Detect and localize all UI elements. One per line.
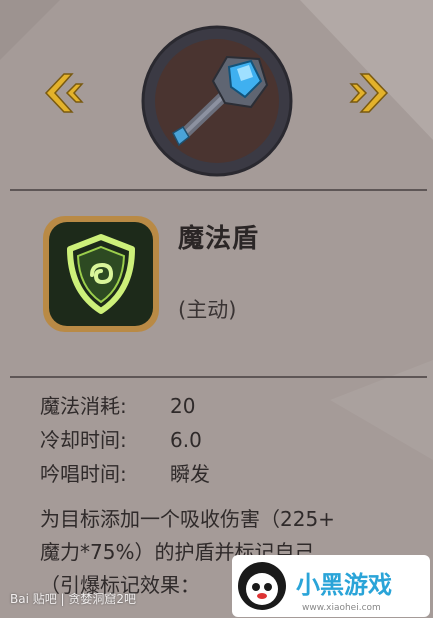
description-line: 为目标添加一个吸收伤害（225+ bbox=[40, 507, 335, 531]
prev-item-button[interactable] bbox=[42, 70, 88, 116]
stat-value: 6.0 bbox=[170, 428, 202, 452]
next-item-button[interactable] bbox=[345, 70, 391, 116]
skill-type: (主动) bbox=[178, 298, 237, 322]
crystal-mace-icon bbox=[141, 25, 293, 177]
shield-icon bbox=[43, 216, 159, 332]
chevron-right-icon bbox=[349, 73, 389, 113]
stat-row-mana-cost: 魔法消耗: 20 bbox=[40, 389, 210, 423]
top-divider bbox=[10, 189, 427, 191]
stat-label: 冷却时间: bbox=[40, 428, 127, 452]
stat-label: 吟唱时间: bbox=[40, 462, 127, 486]
middle-divider bbox=[10, 376, 427, 378]
stat-row-cooldown: 冷却时间: 6.0 bbox=[40, 423, 210, 457]
site-url-text: www.xiaohei.com bbox=[302, 603, 381, 613]
baidu-watermark: Bai 贴吧 | 贪婪洞窟2吧 bbox=[10, 592, 137, 606]
site-logo-text: 小黑游戏 bbox=[296, 571, 392, 599]
stat-label: 魔法消耗: bbox=[40, 394, 127, 418]
stat-row-cast-time: 吟唱时间: 瞬发 bbox=[40, 457, 210, 491]
chevron-left-icon bbox=[44, 73, 84, 113]
skill-name: 魔法盾 bbox=[178, 224, 260, 254]
stat-value: 瞬发 bbox=[170, 462, 210, 486]
stat-value: 20 bbox=[170, 394, 196, 418]
skill-stats: 魔法消耗: 20 冷却时间: 6.0 吟唱时间: 瞬发 bbox=[40, 389, 210, 491]
site-logo-watermark: 小黑游戏 www.xiaohei.com bbox=[232, 555, 430, 617]
